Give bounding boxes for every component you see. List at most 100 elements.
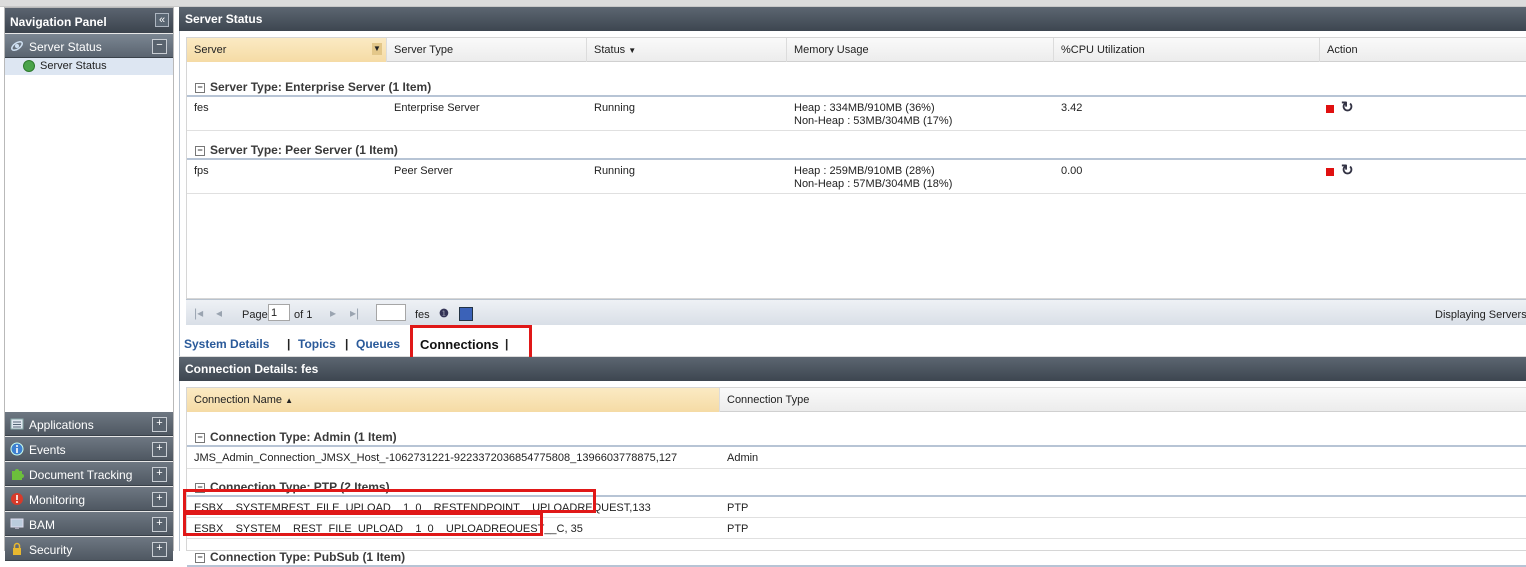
nav-section-monitoring[interactable]: Monitoring + (5, 487, 173, 511)
nav-panel-title: Navigation Panel (5, 8, 173, 33)
nav-section-document-tracking[interactable]: Document Tracking + (5, 462, 173, 486)
cell-server-type: Enterprise Server (394, 102, 480, 114)
panel-title: Connection Details: fes (185, 362, 319, 376)
col-label: Memory Usage (794, 44, 869, 56)
status-clock-icon (23, 60, 35, 72)
tab-queues[interactable]: Queues (356, 337, 400, 351)
table-row[interactable]: fps Peer Server Running Heap : 259MB/910… (187, 160, 1526, 194)
sort-desc-icon: ▼ (628, 46, 637, 55)
tab-system-details[interactable]: System Details (184, 337, 269, 351)
puzzle-icon (12, 469, 24, 480)
cell-connection-name: JMS_Admin_Connection_JMSX_Host_-10627312… (194, 452, 678, 464)
page-number-input[interactable]: 1 (268, 304, 290, 321)
col-connection-name[interactable]: Connection Name ▲ (187, 388, 720, 412)
collapse-group-icon[interactable]: − (195, 146, 205, 156)
nav-section-label: Server Status (29, 40, 102, 54)
group-header-peer[interactable]: − Server Type: Peer Server (1 Item) (187, 138, 1526, 160)
col-action[interactable]: Action (1320, 38, 1526, 62)
table-row[interactable]: fes Enterprise Server Running Heap : 334… (187, 97, 1526, 131)
cell-server-type: Peer Server (394, 165, 453, 177)
highlight-connection-row-2 (183, 512, 543, 536)
group-header-admin[interactable]: − Connection Type: Admin (1 Item) (187, 425, 1526, 447)
nav-section-events[interactable]: Events + (5, 437, 173, 461)
displaying-label: Displaying Servers (1435, 309, 1526, 321)
nav-section-security[interactable]: Security + (5, 537, 173, 561)
panel-title: Server Status (185, 12, 263, 26)
nav-section-label: Document Tracking (29, 468, 133, 482)
col-label: Status (594, 44, 626, 56)
nav-section-label: Applications (29, 418, 94, 432)
detail-tabs: System Details | Topics | Queues Connect… (179, 329, 1526, 356)
top-frame (0, 0, 1526, 7)
server-filter-value: fes (415, 309, 430, 321)
next-page-icon[interactable]: ▸ (330, 306, 336, 320)
group-label: Connection Type: Admin (1 Item) (210, 430, 397, 444)
collapse-group-icon[interactable]: − (195, 83, 205, 93)
double-chevron-left-icon[interactable]: « (155, 13, 169, 27)
nav-section-label: Events (29, 443, 66, 457)
server-status-header: Server Status (179, 7, 1526, 31)
expand-section-button[interactable]: + (152, 467, 167, 482)
tree-item-server-status[interactable]: Server Status (5, 58, 173, 75)
expand-section-button[interactable]: + (152, 542, 167, 557)
server-status-grid: Server ▼ Server Type Status ▼ Memory Usa… (179, 31, 1526, 329)
restart-icon[interactable]: ↻ (1341, 100, 1355, 115)
sort-asc-icon: ▲ (285, 396, 294, 405)
group-label: Server Type: Peer Server (1 Item) (210, 143, 398, 157)
cell-server: fes (194, 102, 209, 114)
collapse-section-button[interactable]: − (152, 39, 167, 54)
table-row[interactable]: JMS_Admin_Connection_JMSX_Host_-10627312… (187, 447, 1526, 469)
save-icon[interactable] (459, 307, 473, 321)
cell-connection-type: Admin (727, 452, 759, 464)
col-label: Connection Type (727, 394, 810, 406)
nav-section-bam[interactable]: BAM + (5, 512, 173, 536)
page-size-input[interactable] (376, 304, 406, 321)
column-menu-icon[interactable]: ▼ (372, 43, 382, 55)
tab-separator: | (345, 337, 349, 351)
cell-memory-nonheap: Non-Heap : 53MB/304MB (17%) (794, 115, 953, 127)
nav-section-server-status[interactable]: Server Status − (5, 34, 173, 58)
highlight-connection-row-1 (183, 489, 596, 513)
restart-icon[interactable]: ↻ (1341, 163, 1355, 178)
cell-cpu: 0.00 (1061, 165, 1083, 177)
first-page-icon[interactable]: |◂ (194, 306, 203, 320)
connection-details-header: Connection Details: fes (179, 357, 1526, 381)
tree-item-label: Server Status (40, 60, 107, 72)
info-icon[interactable]: ❶ (439, 307, 449, 320)
collapse-group-icon[interactable]: − (195, 553, 205, 563)
stop-icon[interactable] (1326, 105, 1334, 113)
col-label: Connection Name (194, 394, 283, 406)
collapse-group-icon[interactable]: − (195, 433, 205, 443)
expand-section-button[interactable]: + (152, 417, 167, 432)
col-connection-type[interactable]: Connection Type (720, 388, 1526, 412)
tab-topics[interactable]: Topics (298, 337, 336, 351)
page-count-label: of 1 (294, 309, 313, 321)
stop-icon[interactable] (1326, 168, 1334, 176)
navigation-panel: Navigation Panel « Server Status − Serve… (4, 7, 174, 561)
col-memory-usage[interactable]: Memory Usage (787, 38, 1054, 62)
group-header-enterprise[interactable]: − Server Type: Enterprise Server (1 Item) (187, 75, 1526, 97)
nav-section-label: Security (29, 543, 73, 557)
cell-status: Running (594, 165, 635, 177)
page-label: Page (242, 309, 268, 321)
group-header-pubsub[interactable]: − Connection Type: PubSub (1 Item) (187, 545, 1526, 567)
server-table: Server ▼ Server Type Status ▼ Memory Usa… (186, 37, 1526, 299)
col-status[interactable]: Status ▼ (587, 38, 787, 62)
nav-section-applications[interactable]: Applications + (5, 412, 173, 436)
tab-separator: | (287, 337, 291, 351)
list-icon (10, 418, 24, 430)
info-icon (10, 442, 24, 456)
main-content: Server Status Server ▼ Server Type Statu… (179, 7, 1526, 567)
alert-icon (11, 493, 23, 505)
expand-section-button[interactable]: + (152, 517, 167, 532)
col-server-type[interactable]: Server Type (387, 38, 587, 62)
connection-table-header: Connection Name ▲ Connection Type (187, 388, 1526, 412)
expand-section-button[interactable]: + (152, 442, 167, 457)
cell-server: fps (194, 165, 209, 177)
expand-section-button[interactable]: + (152, 492, 167, 507)
last-page-icon[interactable]: ▸| (350, 306, 359, 320)
col-cpu-utilization[interactable]: %CPU Utilization (1054, 38, 1320, 62)
prev-page-icon[interactable]: ◂ (216, 306, 222, 320)
col-label: Action (1327, 44, 1358, 56)
col-server[interactable]: Server ▼ (187, 38, 387, 62)
